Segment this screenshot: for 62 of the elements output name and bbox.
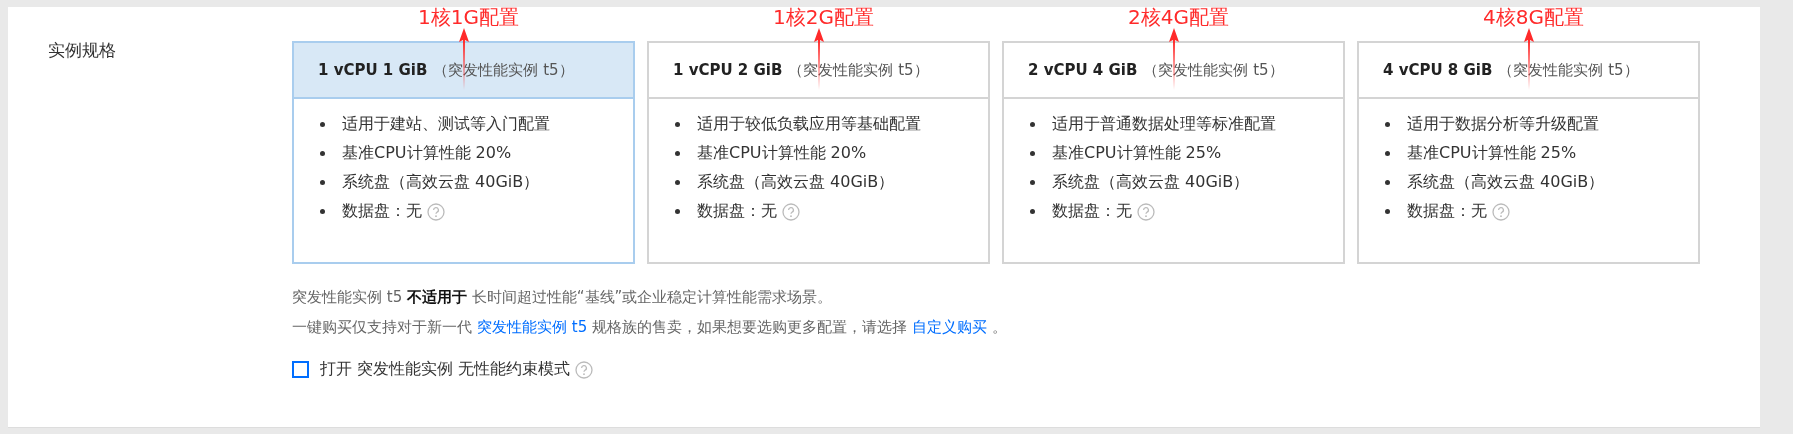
help-icon[interactable] [427, 202, 445, 221]
feature-text: 系统盘（高效云盘 40GiB） [1052, 172, 1250, 193]
feature-text: 系统盘（高效云盘 40GiB） [1407, 172, 1605, 193]
instance-card[interactable]: 1 vCPU 1 GiB （突发性能实例 t5） 适用于建站、测试等入门配置 基准CPU计算性能 20% 系统盘（高效云盘 40GiB） 数据盘：无 [292, 41, 635, 264]
bullet-icon [320, 122, 325, 127]
feature-text: 适用于较低负载应用等基础配置 [697, 114, 921, 135]
annotation-text: 2核4G配置 [1128, 4, 1229, 31]
feature-text: 数据盘：无 [1407, 201, 1487, 222]
feature-text: 数据盘：无 [342, 201, 422, 222]
feature-text: 基准CPU计算性能 20% [342, 143, 512, 164]
bullet-icon [1030, 151, 1035, 156]
card-title: 2 vCPU 4 GiB [1028, 61, 1138, 79]
feature-text: 基准CPU计算性能 25% [1052, 143, 1222, 164]
help-icon[interactable] [575, 360, 594, 379]
instance-card[interactable]: 1 vCPU 2 GiB （突发性能实例 t5） 适用于较低负载应用等基础配置 基准CPU计算性能 20% 系统盘（高效云盘 40GiB） 数据盘：无 [647, 41, 990, 264]
bullet-icon [675, 122, 680, 127]
inline-link[interactable]: 突发性能实例 t5 [477, 318, 588, 337]
card-title: 1 vCPU 2 GiB [673, 61, 783, 79]
bullet-icon [1030, 209, 1035, 214]
bullet-icon [320, 151, 325, 156]
bullet-icon [1030, 180, 1035, 185]
bullet-icon [320, 209, 325, 214]
feature-text: 基准CPU计算性能 25% [1407, 143, 1577, 164]
bullet-icon [1385, 180, 1390, 185]
annotation-text: 1核2G配置 [773, 4, 874, 31]
card-subtitle: （突发性能实例 t5） [1143, 60, 1284, 80]
feature-text: 适用于建站、测试等入门配置 [342, 114, 550, 135]
notice-text: 规格族的售卖，如果想要选购更多配置，请选择 [592, 318, 908, 337]
card-title: 1 vCPU 1 GiB [318, 61, 428, 79]
feature-text: 数据盘：无 [1052, 201, 1132, 222]
help-icon[interactable] [782, 202, 800, 221]
bullet-icon [1385, 122, 1390, 127]
annotation-text: 4核8G配置 [1483, 4, 1584, 31]
field-label: 实例规格 [48, 39, 117, 62]
bullet-icon [675, 180, 680, 185]
card-subtitle: （突发性能实例 t5） [788, 60, 929, 80]
instance-card[interactable]: 2 vCPU 4 GiB （突发性能实例 t5） 适用于普通数据处理等标准配置 基准CPU计算性能 25% 系统盘（高效云盘 40GiB） 数据盘：无 [1002, 41, 1345, 264]
bullet-icon [1030, 122, 1035, 127]
notice-text: 突发性能实例 t5 不适用于 长时间超过性能“基线”或企业稳定计算性能需求场景。 [292, 288, 834, 307]
help-icon[interactable] [1492, 202, 1510, 221]
bullet-icon [675, 209, 680, 214]
checkbox[interactable] [292, 361, 309, 378]
card-title: 4 vCPU 8 GiB [1383, 61, 1493, 79]
card-subtitle: （突发性能实例 t5） [1498, 60, 1639, 80]
notice-text: 。 [992, 318, 1008, 337]
bullet-icon [1385, 151, 1390, 156]
checkbox-label: 打开 突发性能实例 无性能约束模式 [320, 359, 571, 380]
card-subtitle: （突发性能实例 t5） [433, 60, 574, 80]
bullet-icon [320, 180, 325, 185]
feature-text: 基准CPU计算性能 20% [697, 143, 867, 164]
notice-text: 一键购买仅支持对于新一代 [292, 318, 472, 337]
bullet-icon [1385, 209, 1390, 214]
feature-text: 适用于数据分析等升级配置 [1407, 114, 1599, 135]
inline-link[interactable]: 自定义购买 [912, 318, 988, 337]
feature-text: 系统盘（高效云盘 40GiB） [697, 172, 895, 193]
feature-text: 数据盘：无 [697, 201, 777, 222]
instance-card[interactable]: 4 vCPU 8 GiB （突发性能实例 t5） 适用于数据分析等升级配置 基准CPU计算性能 25% 系统盘（高效云盘 40GiB） 数据盘：无 [1357, 41, 1700, 264]
bullet-icon [675, 151, 680, 156]
help-icon[interactable] [1137, 202, 1155, 221]
annotation-text: 1核1G配置 [418, 4, 519, 31]
feature-text: 适用于普通数据处理等标准配置 [1052, 114, 1276, 135]
feature-text: 系统盘（高效云盘 40GiB） [342, 172, 540, 193]
